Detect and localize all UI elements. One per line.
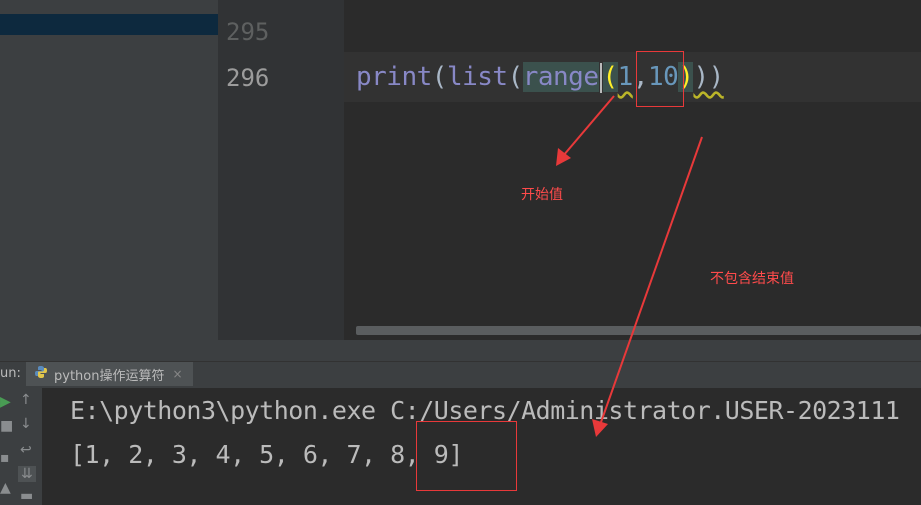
panel-divider[interactable] xyxy=(0,340,921,361)
line-number-296: 296 xyxy=(226,64,270,92)
code-range: range xyxy=(522,62,599,92)
close-icon[interactable]: × xyxy=(172,367,182,381)
run-tab[interactable]: python操作运算符 × xyxy=(26,362,193,386)
annotation-exclusive-end: 不包含结束值 xyxy=(710,271,794,287)
code-list: list xyxy=(446,62,508,92)
rerun-icon[interactable]: ▶ xyxy=(0,394,11,410)
pause-icon[interactable]: ▪ xyxy=(0,450,10,466)
code-print: print xyxy=(356,62,432,92)
scroll-to-end-icon[interactable]: ⇊ xyxy=(18,466,36,482)
run-label: un: xyxy=(0,366,21,381)
code-paren: ( xyxy=(431,62,448,92)
code-start-value: 1 xyxy=(617,62,634,92)
run-tab-label: python操作运算符 xyxy=(54,368,165,384)
code-paren-matched: ( xyxy=(602,62,618,92)
line-number-gutter xyxy=(218,0,344,340)
project-panel xyxy=(0,0,218,340)
arrow-up-icon[interactable]: ↑ xyxy=(20,392,32,408)
line-number-295: 295 xyxy=(226,18,270,46)
arrow-down-icon[interactable]: ↓ xyxy=(20,416,32,432)
annotation-start-value: 开始值 xyxy=(521,187,563,203)
code-closing-parens: )) xyxy=(693,62,724,92)
annotation-box-result xyxy=(416,421,517,491)
project-tree-selected-row[interactable] xyxy=(0,14,218,35)
print-icon[interactable]: ▬ xyxy=(20,488,33,504)
layout-icon[interactable]: ▲ xyxy=(0,480,11,496)
run-toolbar: ▶ ↑ ■ ↓ ↩ ▪ ⇊ ▲ ▬ xyxy=(0,388,42,505)
console-line-result: [1, 2, 3, 4, 5, 6, 7, 8, 9] xyxy=(70,440,463,469)
code-editor[interactable] xyxy=(344,0,921,340)
editor-horizontal-scrollbar[interactable] xyxy=(356,326,921,335)
stop-icon[interactable]: ■ xyxy=(0,418,13,434)
python-icon xyxy=(34,365,48,383)
code-paren: ( xyxy=(507,62,524,92)
text-cursor xyxy=(599,62,602,93)
annotation-box-stop xyxy=(636,51,684,107)
soft-wrap-icon[interactable]: ↩ xyxy=(20,442,32,458)
